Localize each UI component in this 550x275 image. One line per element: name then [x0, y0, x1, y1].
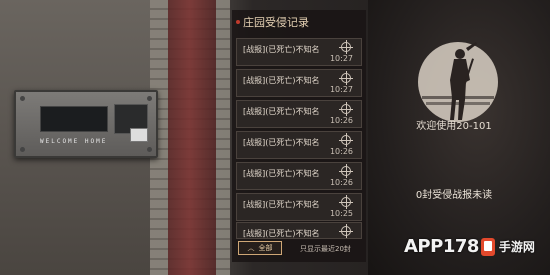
- record-row[interactable]: [战报](已死亡)不知名: [236, 222, 362, 239]
- door-panel-device: WELCOME HOME: [14, 90, 158, 158]
- site-watermark: APP178 手游网: [404, 236, 535, 257]
- welcome-text: 欢迎使用20-101: [416, 121, 492, 132]
- record-row[interactable]: [战报](已死亡)不知名 10:26: [236, 162, 362, 190]
- locate-icon[interactable]: [339, 40, 353, 54]
- filter-dropdown-button[interactable]: ︿ 全部: [238, 241, 282, 255]
- record-row[interactable]: [战报](已死亡)不知名 10:26: [236, 100, 362, 128]
- locate-icon[interactable]: [339, 224, 353, 238]
- phone-icon: [480, 237, 495, 256]
- locate-icon[interactable]: [339, 164, 353, 178]
- record-row[interactable]: [战报](已死亡)不知名 10:27: [236, 38, 362, 66]
- record-text: [战报](已死亡)不知名: [243, 107, 320, 116]
- record-row[interactable]: [战报](已死亡)不知名 10:26: [236, 131, 362, 159]
- device-label: WELCOME HOME: [40, 138, 108, 145]
- record-time: 10:27: [329, 85, 353, 94]
- device-sensor: [130, 128, 148, 142]
- locate-icon[interactable]: [339, 133, 353, 147]
- panel-title: 庄园受侵记录: [236, 13, 309, 31]
- watermark-sub: 手游网: [498, 240, 535, 254]
- panel-title-text: 庄园受侵记录: [243, 16, 309, 29]
- locate-icon[interactable]: [339, 71, 353, 85]
- device-screen: [40, 106, 108, 132]
- record-row[interactable]: [战报](已死亡)不知名 10:25: [236, 193, 362, 221]
- watermark-main: APP178: [404, 236, 479, 257]
- record-text: [战报](已死亡)不知名: [243, 76, 320, 85]
- filter-label: 全部: [258, 244, 273, 252]
- record-text: [战报](已死亡)不知名: [243, 229, 320, 238]
- record-time: 10:26: [329, 147, 353, 156]
- hunter-silhouette-icon: [418, 42, 498, 122]
- locate-icon[interactable]: [339, 102, 353, 116]
- title-marker-icon: [236, 20, 240, 24]
- record-row[interactable]: [战报](已死亡)不知名 10:27: [236, 69, 362, 97]
- record-text: [战报](已死亡)不知名: [243, 45, 320, 54]
- record-text: [战报](已死亡)不知名: [243, 200, 320, 209]
- locate-icon[interactable]: [339, 195, 353, 209]
- unread-count-text: 0封受侵战报未读: [415, 190, 493, 201]
- record-time: 10:25: [329, 209, 353, 218]
- record-time: 10:27: [329, 54, 353, 63]
- red-post: [168, 0, 216, 275]
- chevron-up-icon: ︿: [247, 244, 255, 252]
- record-limit-hint: 只显示最近20封: [300, 245, 351, 253]
- record-time: 10:26: [329, 116, 353, 125]
- record-time: 10:26: [329, 178, 353, 187]
- record-text: [战报](已死亡)不知名: [243, 138, 320, 147]
- record-text: [战报](已死亡)不知名: [243, 169, 320, 178]
